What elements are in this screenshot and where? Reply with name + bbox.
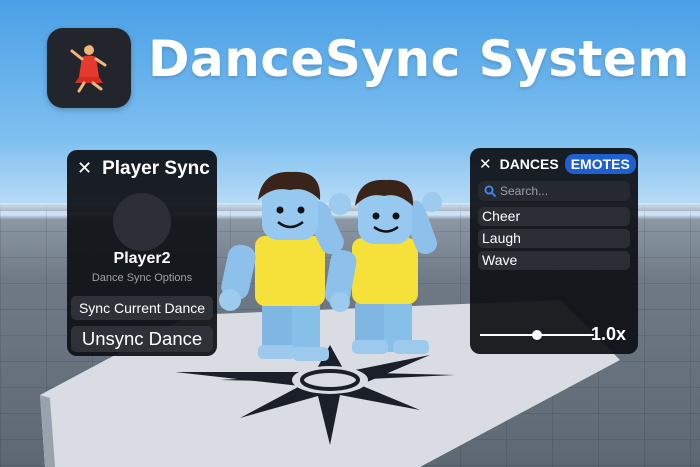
close-icon[interactable]: ✕	[479, 155, 492, 173]
search-icon	[484, 185, 496, 197]
slider-knob[interactable]	[532, 330, 542, 340]
tab-emotes[interactable]: EMOTES	[564, 154, 636, 174]
dance-panel-header: ✕ DANCES EMOTES	[479, 154, 636, 174]
speed-value: 1.0x	[590, 324, 626, 344]
close-icon[interactable]: ✕	[77, 160, 92, 178]
player-name: Player2	[113, 250, 171, 267]
tab-dances[interactable]: DANCES	[500, 156, 559, 172]
app-icon	[47, 28, 131, 108]
game-viewport: DanceSync System ✕ Player Sync Player2 D…	[0, 0, 700, 467]
list-item-laugh[interactable]: Laugh	[478, 229, 630, 248]
search-input[interactable]	[500, 184, 620, 198]
avatar	[113, 193, 171, 251]
speed-slider[interactable]	[480, 330, 594, 340]
player-sync-panel: ✕ Player Sync Player2 Dance Sync Options…	[67, 150, 217, 356]
player-sync-header: ✕ Player Sync	[77, 158, 210, 180]
list-item-wave[interactable]: Wave	[478, 251, 630, 270]
panel-title: Player Sync	[102, 158, 210, 179]
dancer-icon	[70, 44, 107, 93]
slider-fill	[480, 334, 537, 336]
list-item-cheer[interactable]: Cheer	[478, 207, 630, 226]
player-subtitle: Dance Sync Options	[91, 272, 193, 284]
dance-panel: ✕ DANCES EMOTES Cheer Laugh Wave 1.0x	[470, 148, 638, 354]
sync-current-dance-button[interactable]: Sync Current Dance	[71, 296, 213, 320]
unsync-dance-button[interactable]: Unsync Dance	[71, 326, 213, 352]
search-box[interactable]	[478, 181, 630, 201]
page-title: DanceSync System	[148, 30, 690, 88]
